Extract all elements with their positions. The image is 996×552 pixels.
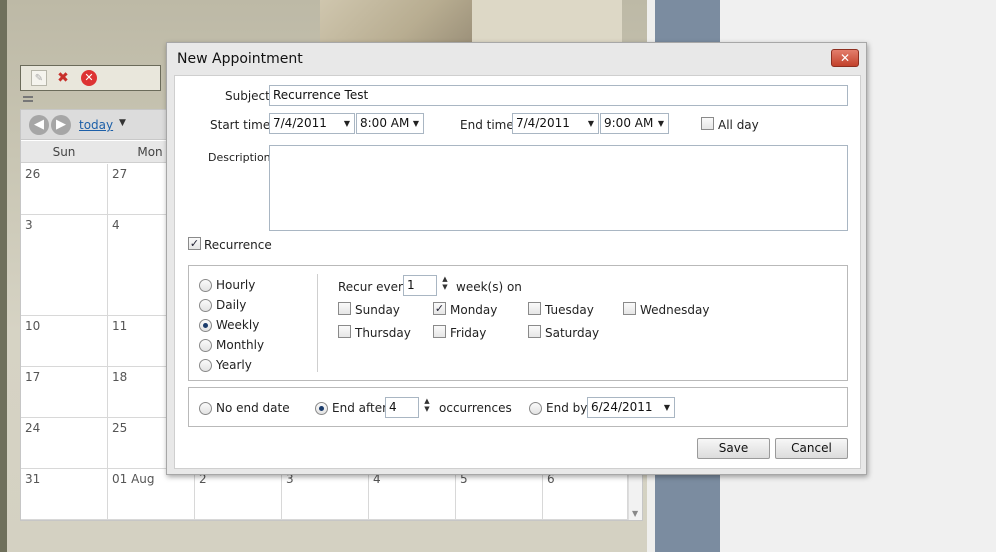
monthly-radio[interactable] xyxy=(199,339,212,352)
start-date-value: 7/4/2011 xyxy=(273,116,327,130)
edit-icon[interactable]: ✎ xyxy=(31,70,47,86)
calendar-day-cell[interactable]: 4 xyxy=(369,469,456,520)
new-appointment-dialog: New Appointment ✕ Subject Recurrence Tes… xyxy=(166,42,867,475)
dialog-title: New Appointment xyxy=(177,51,303,67)
weekly-radio[interactable] xyxy=(199,319,212,332)
end-after-radio[interactable] xyxy=(315,402,328,415)
start-time-label: Start time xyxy=(210,118,271,132)
delete-x-icon[interactable]: ✖ xyxy=(55,70,71,86)
calendar-day-cell[interactable]: 2 xyxy=(195,469,282,520)
saturday-checkbox[interactable] xyxy=(528,325,541,338)
monday-checkbox[interactable]: ✓ xyxy=(433,302,446,315)
calendar-day-cell[interactable]: 24 xyxy=(21,418,108,469)
background-panel xyxy=(472,0,622,44)
recurrence-checkbox[interactable]: ✓ xyxy=(188,237,201,250)
today-link[interactable]: today xyxy=(79,118,113,132)
daily-label: Daily xyxy=(216,298,247,312)
calendar-day-cell[interactable]: 6 xyxy=(543,469,628,520)
close-circle-icon[interactable]: ✕ xyxy=(81,70,97,86)
chevron-down-icon[interactable]: ▼ xyxy=(658,119,664,128)
weekly-label: Weekly xyxy=(216,318,260,332)
no-end-date-radio[interactable] xyxy=(199,402,212,415)
menu-handle-icon[interactable] xyxy=(23,96,33,102)
scroll-down-icon[interactable]: ▼ xyxy=(632,509,638,518)
sunday-label: Sunday xyxy=(355,303,400,317)
recur-every-spinner[interactable]: ▲ ▼ xyxy=(440,275,450,291)
background-strip xyxy=(0,0,7,552)
thursday-label: Thursday xyxy=(355,326,411,340)
friday-checkbox[interactable] xyxy=(433,325,446,338)
saturday-label: Saturday xyxy=(545,326,600,340)
calendar-day-cell[interactable]: 31 xyxy=(21,469,108,520)
description-textarea[interactable] xyxy=(269,145,848,231)
tuesday-label: Tuesday xyxy=(545,303,594,317)
end-time-select[interactable]: 9:00 AM ▼ xyxy=(600,113,669,134)
end-date-value: 7/4/2011 xyxy=(516,116,570,130)
subject-input[interactable]: Recurrence Test xyxy=(269,85,848,106)
monthly-label: Monthly xyxy=(216,338,265,352)
sunday-checkbox[interactable] xyxy=(338,302,351,315)
occurrences-label: occurrences xyxy=(439,401,512,415)
end-after-input[interactable]: 4 xyxy=(385,397,419,418)
yearly-label: Yearly xyxy=(216,358,252,372)
end-time-value: 9:00 AM xyxy=(604,116,654,130)
calendar-day-cell[interactable]: 17 xyxy=(21,367,108,418)
description-label: Description xyxy=(208,151,271,164)
end-date-picker[interactable]: 7/4/2011 ▼ xyxy=(512,113,599,134)
calendar-day-cell[interactable]: 3 xyxy=(21,215,108,316)
chevron-down-icon[interactable]: ▼ xyxy=(344,119,350,128)
background-photo xyxy=(320,0,472,44)
all-day-label: All day xyxy=(718,118,759,132)
recur-every-input[interactable]: 1 xyxy=(403,275,437,296)
arrow-left-icon[interactable]: ◀ xyxy=(29,115,49,135)
cancel-button[interactable]: Cancel xyxy=(775,438,848,459)
recurrence-range-group: No end date End after 4 ▲ ▼ occurrences E… xyxy=(188,387,848,427)
daily-radio[interactable] xyxy=(199,299,212,312)
monday-label: Monday xyxy=(450,303,498,317)
yearly-radio[interactable] xyxy=(199,359,212,372)
tuesday-checkbox[interactable] xyxy=(528,302,541,315)
wednesday-checkbox[interactable] xyxy=(623,302,636,315)
hourly-label: Hourly xyxy=(216,278,256,292)
end-after-label: End after xyxy=(332,401,388,415)
recurrence-label: Recurrence xyxy=(204,238,272,252)
end-by-radio[interactable] xyxy=(529,402,542,415)
arrow-right-icon[interactable]: ▶ xyxy=(51,115,71,135)
thursday-checkbox[interactable] xyxy=(338,325,351,338)
weeks-on-label: week(s) on xyxy=(456,280,522,294)
all-day-checkbox[interactable] xyxy=(701,117,714,130)
recur-every-label: Recur every xyxy=(338,280,411,294)
start-time-select[interactable]: 8:00 AM ▼ xyxy=(356,113,424,134)
end-after-spinner[interactable]: ▲ ▼ xyxy=(422,397,432,413)
no-end-date-label: No end date xyxy=(216,401,290,415)
calendar-day-cell[interactable]: 01 Aug xyxy=(108,469,195,520)
day-header-sun: Sun xyxy=(52,145,76,159)
chevron-down-icon[interactable]: ▼ xyxy=(664,403,670,412)
end-by-date-value: 6/24/2011 xyxy=(591,400,653,414)
chevron-down-icon[interactable]: ▼ xyxy=(119,118,126,128)
close-button[interactable]: ✕ xyxy=(831,49,859,67)
recurrence-pattern-group: Hourly Daily Weekly Monthly Yearly Recur… xyxy=(188,265,848,381)
calendar-day-cell[interactable]: 10 xyxy=(21,316,108,367)
end-time-label: End time xyxy=(460,118,514,132)
wednesday-label: Wednesday xyxy=(640,303,710,317)
dialog-body: Subject Recurrence Test Start time 7/4/2… xyxy=(174,75,861,469)
pattern-separator xyxy=(317,274,318,372)
end-by-label: End by xyxy=(546,401,588,415)
chevron-down-icon[interactable]: ▼ xyxy=(588,119,594,128)
save-button[interactable]: Save xyxy=(697,438,770,459)
friday-label: Friday xyxy=(450,326,487,340)
start-time-value: 8:00 AM xyxy=(360,116,410,130)
subject-label: Subject xyxy=(225,89,270,103)
scheduler-toolbar: ✎ ✖ ✕ xyxy=(20,65,161,91)
start-date-picker[interactable]: 7/4/2011 ▼ xyxy=(269,113,355,134)
calendar-day-cell[interactable]: 26 xyxy=(21,164,108,215)
chevron-down-icon[interactable]: ▼ xyxy=(413,119,419,128)
calendar-day-cell[interactable]: 5 xyxy=(456,469,543,520)
hourly-radio[interactable] xyxy=(199,279,212,292)
end-by-date-picker[interactable]: 6/24/2011 ▼ xyxy=(587,397,675,418)
calendar-day-cell[interactable]: 3 xyxy=(282,469,369,520)
